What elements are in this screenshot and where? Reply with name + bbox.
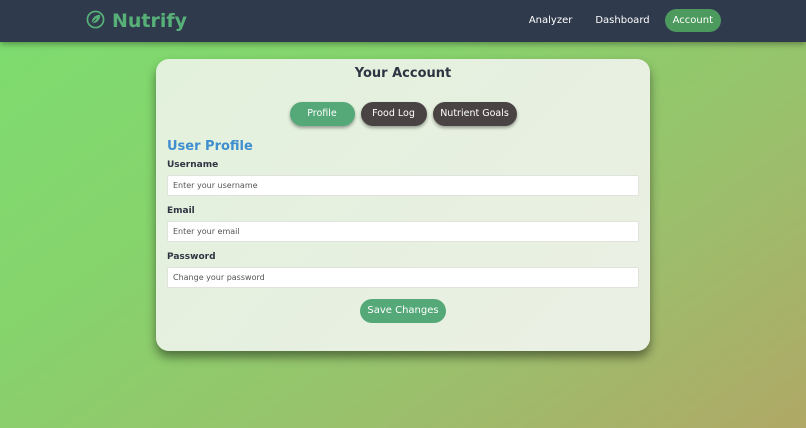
top-navbar: Nutrify Analyzer Dashboard Account xyxy=(0,0,806,42)
tab-nutrient-goals[interactable]: Nutrient Goals xyxy=(432,102,517,126)
page-title: Your Account xyxy=(354,66,452,81)
nav-analyzer[interactable]: Analyzer xyxy=(521,9,581,32)
leaf-icon xyxy=(86,10,105,33)
tab-food-log[interactable]: Food Log xyxy=(360,102,427,126)
email-label: Email xyxy=(167,206,195,216)
nav-links: Analyzer Dashboard Account xyxy=(514,9,721,32)
email-field[interactable]: Enter your email xyxy=(167,221,639,242)
brand-logo[interactable]: Nutrify xyxy=(86,9,187,33)
tab-profile[interactable]: Profile xyxy=(289,102,355,126)
app-name: Nutrify xyxy=(112,10,188,32)
password-field[interactable]: Change your password xyxy=(167,267,639,288)
save-changes-button[interactable]: Save Changes xyxy=(360,299,446,323)
username-label: Username xyxy=(167,160,219,170)
password-label: Password xyxy=(167,252,216,262)
nav-account[interactable]: Account xyxy=(664,9,721,32)
section-title: User Profile xyxy=(167,139,253,154)
account-tabs: Profile Food Log Nutrient Goals xyxy=(156,102,650,126)
account-card: Your Account Profile Food Log Nutrient G… xyxy=(156,59,650,351)
username-field[interactable]: Enter your username xyxy=(167,175,639,196)
nav-dashboard[interactable]: Dashboard xyxy=(587,9,657,32)
